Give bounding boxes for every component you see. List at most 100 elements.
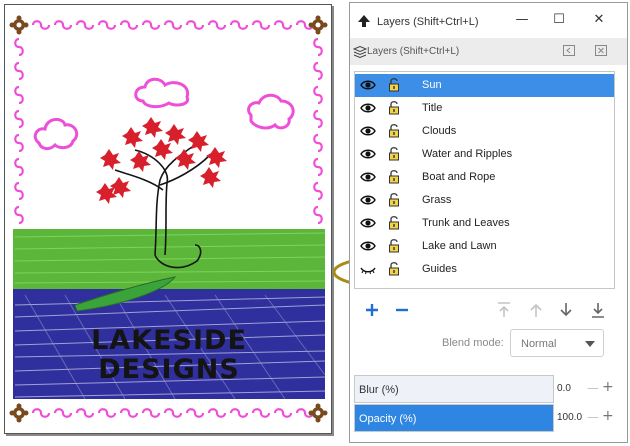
chain-link xyxy=(14,181,24,201)
poster-title-line1: LAKESIDE xyxy=(91,325,247,356)
chain-link xyxy=(53,20,73,30)
chain-link xyxy=(97,20,117,30)
remove-layer-icon[interactable] xyxy=(392,300,412,320)
chain-link xyxy=(14,133,24,153)
eye-open-icon[interactable] xyxy=(360,240,376,252)
chain-link xyxy=(14,61,24,81)
eye-open-icon[interactable] xyxy=(360,148,376,160)
layer-name: Trunk and Leaves xyxy=(422,217,510,229)
layer-name: Guides xyxy=(422,263,457,275)
chain-link xyxy=(31,20,51,30)
chain-link xyxy=(313,109,323,129)
eye-open-icon[interactable] xyxy=(360,171,376,183)
chain-link xyxy=(251,20,271,30)
window-title: Layers (Shift+Ctrl+L) xyxy=(377,16,479,28)
layer-name: Clouds xyxy=(422,125,457,137)
unlocked-icon[interactable] xyxy=(388,169,400,184)
chain-link xyxy=(141,408,161,418)
layer-row[interactable]: Grass xyxy=(355,189,614,212)
clouds xyxy=(33,77,295,151)
layer-row[interactable]: Guides xyxy=(355,258,614,281)
layer-row[interactable]: Title xyxy=(355,97,614,120)
blur-increment-button[interactable]: + xyxy=(602,379,614,395)
chain-link xyxy=(97,408,117,418)
move-to-bottom-icon[interactable] xyxy=(588,300,608,320)
chain-link xyxy=(273,408,293,418)
chain-link xyxy=(119,408,139,418)
unlocked-icon[interactable] xyxy=(388,261,400,276)
chain-link xyxy=(207,408,227,418)
blend-mode-value: Normal xyxy=(521,338,557,350)
unlocked-icon[interactable] xyxy=(388,192,400,207)
eye-open-icon[interactable] xyxy=(360,125,376,137)
unlocked-icon[interactable] xyxy=(388,146,400,161)
chain-link xyxy=(229,20,249,30)
move-to-top-icon[interactable] xyxy=(494,300,514,320)
chain-link xyxy=(313,85,323,105)
layer-name: Grass xyxy=(422,194,452,206)
blur-slider[interactable]: Blur (%) xyxy=(354,375,554,403)
blur-value[interactable]: 0.0 xyxy=(557,383,571,394)
unlocked-icon[interactable] xyxy=(388,215,400,230)
chain-link xyxy=(313,37,323,57)
undock-icon[interactable] xyxy=(563,45,575,56)
unlocked-icon[interactable] xyxy=(388,100,400,115)
chain-link xyxy=(14,85,24,105)
title-bar[interactable]: Layers (Shift+Ctrl+L) — ☐ ✕ xyxy=(350,3,627,37)
layer-name: Title xyxy=(422,102,443,114)
layer-list[interactable]: Sun Title Clouds Water and Ripples Boat and … xyxy=(354,71,615,289)
layer-row[interactable]: Boat and Rope xyxy=(355,166,614,189)
opacity-value[interactable]: 100.0 xyxy=(557,412,582,423)
chain-link xyxy=(14,109,24,129)
tree-leaves xyxy=(96,117,227,204)
layer-name: Sun xyxy=(422,79,442,91)
eye-closed-icon[interactable] xyxy=(360,263,376,275)
tab-layers[interactable]: Layers (Shift+Ctrl+L) xyxy=(367,46,459,57)
maximize-button[interactable]: ☐ xyxy=(545,9,573,31)
chain-link xyxy=(31,408,51,418)
eye-open-icon[interactable] xyxy=(360,217,376,229)
chain-link xyxy=(207,20,227,30)
close-button[interactable]: ✕ xyxy=(585,9,613,31)
chain-link xyxy=(14,37,24,57)
chain-link xyxy=(141,20,161,30)
eye-open-icon[interactable] xyxy=(360,79,376,91)
add-layer-icon[interactable] xyxy=(362,300,382,320)
tab-close-icon[interactable] xyxy=(595,45,607,56)
layer-row[interactable]: Trunk and Leaves xyxy=(355,212,614,235)
chain-link xyxy=(313,181,323,201)
chain-link xyxy=(14,157,24,177)
blend-mode-label: Blend mode: xyxy=(442,337,504,349)
layer-row[interactable]: Sun xyxy=(355,74,614,97)
blur-decrement-button[interactable]: — xyxy=(587,381,599,395)
layer-name: Lake and Lawn xyxy=(422,240,497,252)
chain-link xyxy=(163,20,183,30)
minimize-button[interactable]: — xyxy=(508,9,536,31)
inkscape-app-icon xyxy=(358,15,370,27)
unlocked-icon[interactable] xyxy=(388,77,400,92)
layers-dialog: Layers (Shift+Ctrl+L) — ☐ ✕ Layers (Shif… xyxy=(349,2,628,443)
layer-row[interactable]: Lake and Lawn xyxy=(355,235,614,258)
opacity-slider[interactable]: Opacity (%) xyxy=(354,404,554,432)
document-page[interactable]: LAKESIDE DESIGNS xyxy=(4,4,332,434)
blend-mode-select[interactable]: Normal xyxy=(510,329,604,357)
unlocked-icon[interactable] xyxy=(388,238,400,253)
unlocked-icon[interactable] xyxy=(388,123,400,138)
eye-open-icon[interactable] xyxy=(360,102,376,114)
layer-row[interactable]: Clouds xyxy=(355,120,614,143)
layer-name: Boat and Rope xyxy=(422,171,496,183)
lower-layer-icon[interactable] xyxy=(556,300,576,320)
raise-layer-icon[interactable] xyxy=(526,300,546,320)
eye-open-icon[interactable] xyxy=(360,194,376,206)
chain-link xyxy=(119,20,139,30)
canvas-area[interactable]: LAKESIDE DESIGNS xyxy=(0,0,342,446)
chain-link xyxy=(313,205,323,225)
chain-link xyxy=(53,408,73,418)
opacity-increment-button[interactable]: + xyxy=(602,408,614,424)
poster-title-line2: DESIGNS xyxy=(98,354,240,385)
layers-icon xyxy=(353,46,367,58)
chain-link xyxy=(251,408,271,418)
opacity-decrement-button[interactable]: — xyxy=(587,410,599,424)
layer-row[interactable]: Water and Ripples xyxy=(355,143,614,166)
chain-link xyxy=(273,20,293,30)
